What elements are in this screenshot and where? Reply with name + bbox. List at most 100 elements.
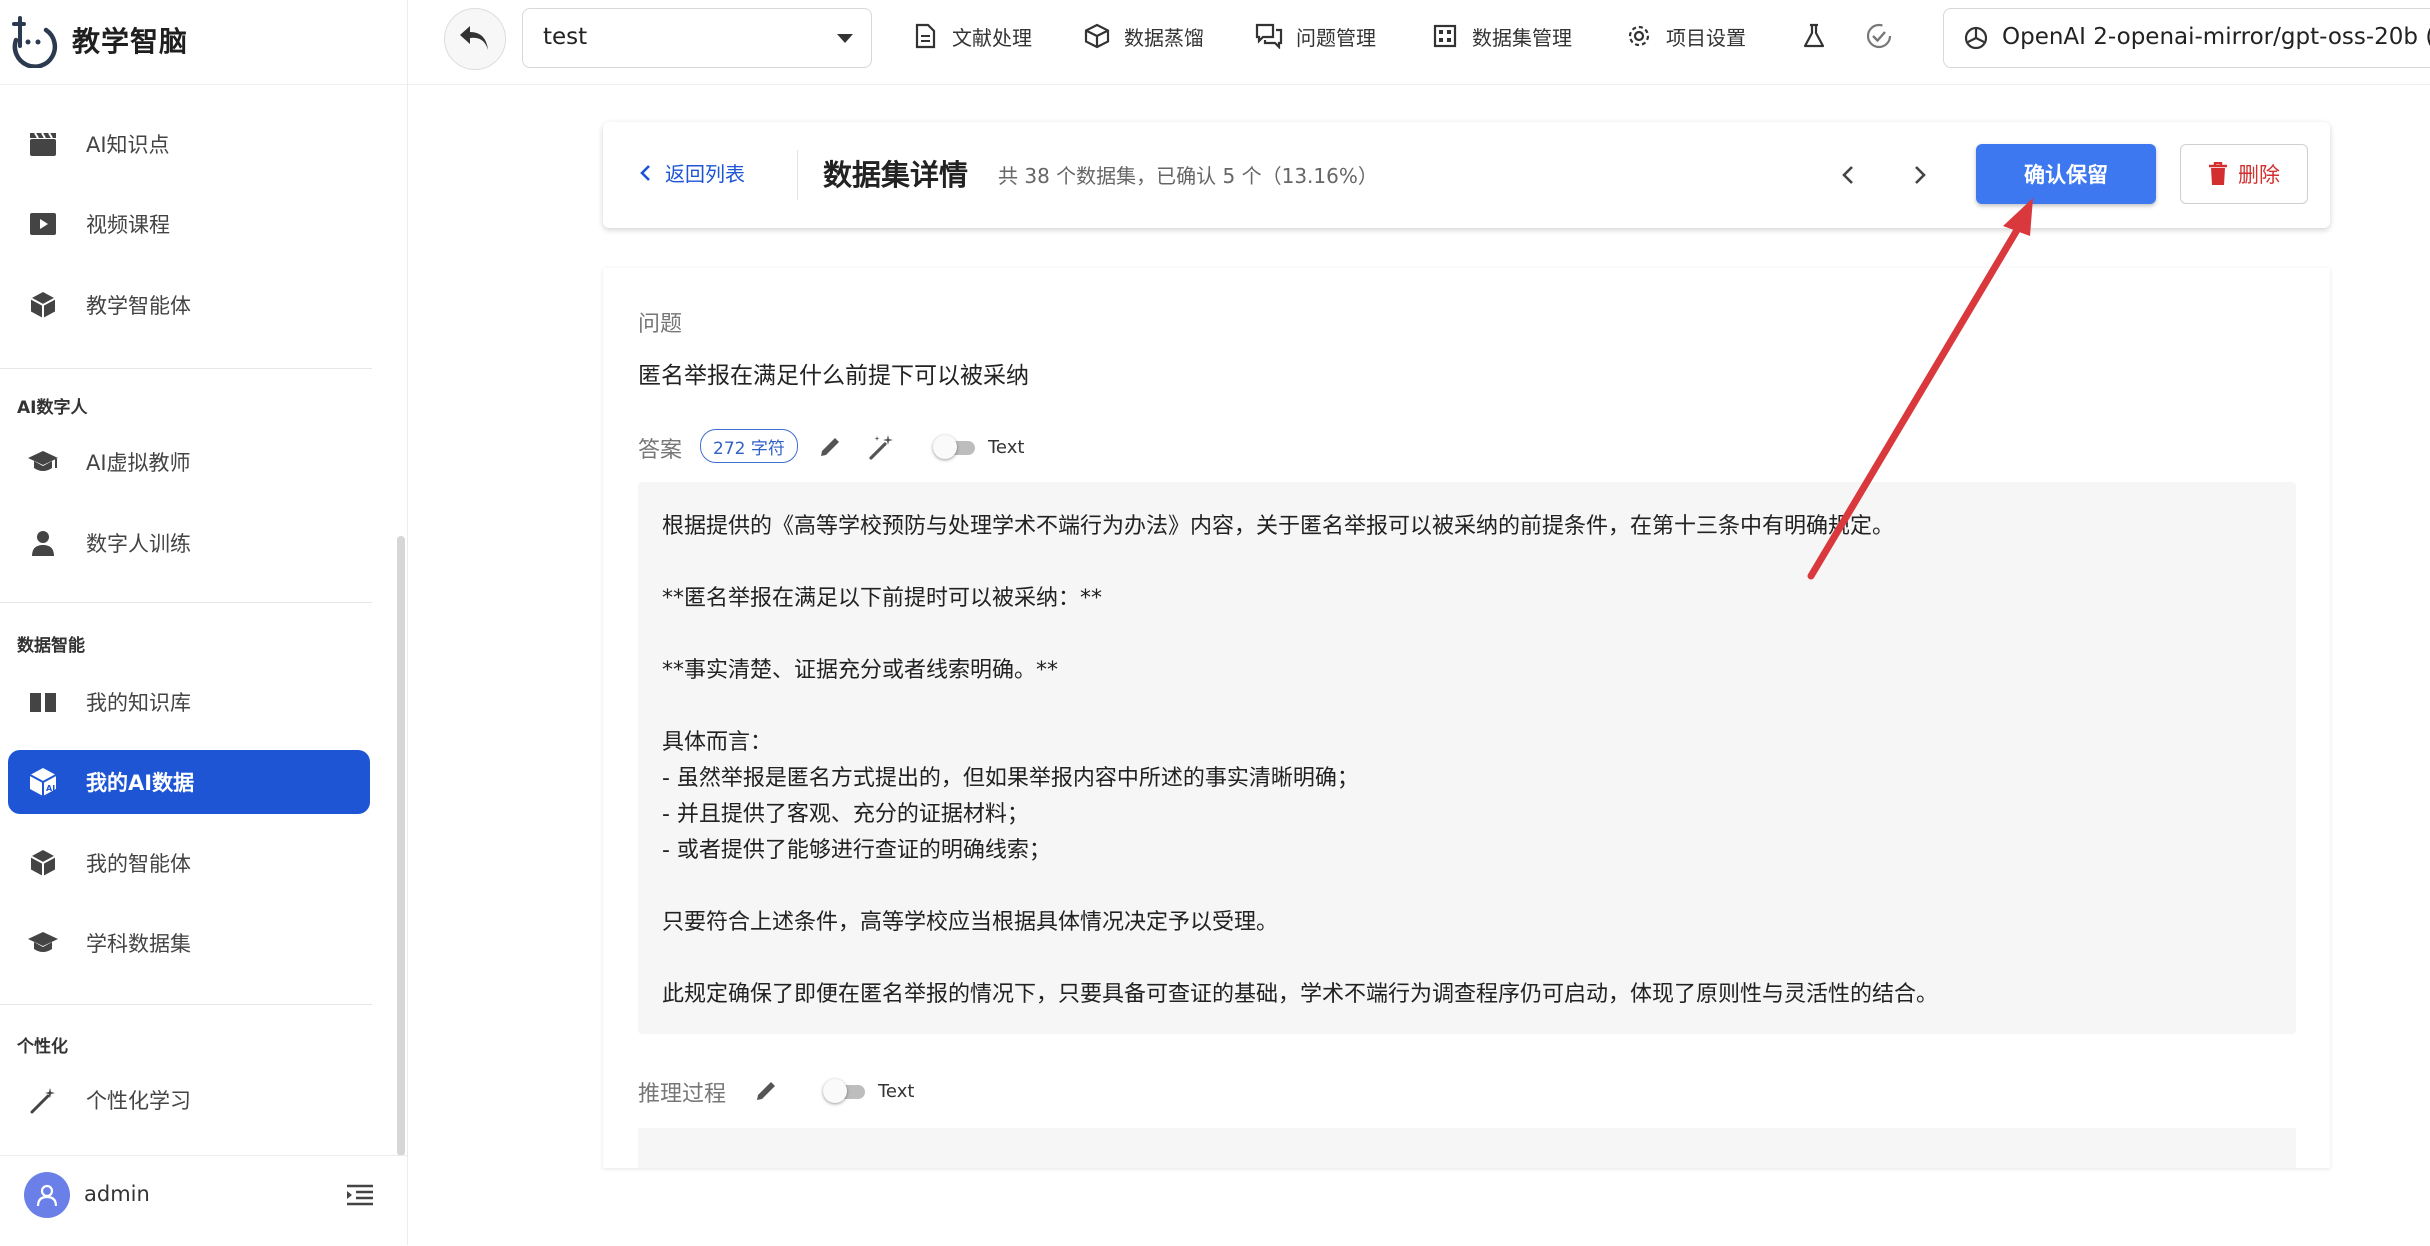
group-title-data-intelligence: 数据智能 xyxy=(17,636,85,656)
cube-icon xyxy=(26,288,60,322)
top-nav-questions[interactable]: 问题管理 xyxy=(1254,18,1376,54)
answer-line: 具体而言： xyxy=(662,730,773,755)
answer-toggle-label: Text xyxy=(988,437,1025,458)
grid-icon xyxy=(1430,21,1460,51)
delete-label: 删除 xyxy=(2238,163,2280,187)
sidebar-item-my-agent[interactable]: 我的智能体 xyxy=(8,831,370,895)
avatar[interactable] xyxy=(24,1172,70,1218)
check-circle-icon xyxy=(1866,23,1892,49)
toggle-thumb xyxy=(933,435,957,459)
dataset-progress-text: 共 38 个数据集，已确认 5 个（13.16%） xyxy=(998,164,1378,188)
back-to-list-link[interactable]: 返回列表 xyxy=(639,158,745,187)
answer-line: **匿名举报在满足以下前提时可以被采纳：** xyxy=(662,586,1103,611)
answer-content-box[interactable]: 根据提供的《高等学校预防与处理学术不端行为办法》内容，关于匿名举报可以被采纳的前… xyxy=(638,482,2296,1034)
sidebar-item-ai-virtual-teacher[interactable]: AI虚拟教师 xyxy=(8,430,370,494)
undo-arrow-icon xyxy=(460,26,488,50)
delete-button[interactable]: 删除 xyxy=(2180,144,2308,204)
page-title: 数据集详情 xyxy=(823,158,969,192)
top-nav-literature[interactable]: 文献处理 xyxy=(910,18,1032,54)
gear-icon xyxy=(1624,21,1654,51)
sidebar-item-label: 我的AI数据 xyxy=(86,771,195,795)
video-play-icon xyxy=(26,207,60,241)
model-select[interactable]: OpenAI 2-openai-mirror/gpt-oss-20b (llm xyxy=(1943,8,2430,68)
reasoning-toggle-label: Text xyxy=(878,1081,915,1102)
sidebar: 教学智脑 AI知识点 视频课程 教学智能体 AI数字人 AI虚拟教师 数字人训练… xyxy=(0,0,408,1245)
sidebar-item-label: 我的智能体 xyxy=(86,852,191,876)
sidebar-scrollbar[interactable] xyxy=(397,536,405,1156)
sidebar-item-teaching-agent[interactable]: 教学智能体 xyxy=(8,273,370,337)
sidebar-item-personalized-learning[interactable]: 个性化学习 xyxy=(8,1068,370,1132)
magic-wand-icon xyxy=(869,435,893,460)
check-status-button[interactable] xyxy=(1863,20,1895,52)
answer-line: **事实清楚、证据充分或者线索明确。** xyxy=(662,658,1059,683)
reasoning-section-label: 推理过程 xyxy=(638,1082,727,1107)
sidebar-item-label: 数字人训练 xyxy=(86,532,191,556)
sidebar-item-ai-knowledge[interactable]: AI知识点 xyxy=(8,112,370,176)
top-nav-label: 数据集管理 xyxy=(1472,25,1572,50)
sidebar-item-label: 教学智能体 xyxy=(86,294,191,318)
model-select-value: OpenAI 2-openai-mirror/gpt-oss-20b (llm xyxy=(2002,24,2430,50)
brand[interactable]: 教学智脑 xyxy=(0,0,407,85)
user-name: admin xyxy=(84,1182,150,1206)
answer-line: - 并且提供了客观、充分的证据材料； xyxy=(662,802,1029,827)
back-button[interactable] xyxy=(444,8,506,70)
top-nav-label: 文献处理 xyxy=(952,25,1032,50)
answer-line: 只要符合上述条件，高等学校应当根据具体情况决定予以受理。 xyxy=(662,910,1279,935)
flask-icon xyxy=(1803,23,1825,48)
top-nav-distill[interactable]: 数据蒸馏 xyxy=(1082,18,1204,54)
prev-dataset-button[interactable] xyxy=(1831,158,1865,192)
magic-wand-icon xyxy=(26,1083,60,1117)
sidebar-item-label: 视频课程 xyxy=(86,213,170,237)
group-title-digital-human: AI数字人 xyxy=(17,398,88,418)
ai-optimize-button[interactable] xyxy=(867,432,897,462)
reasoning-content-box[interactable] xyxy=(638,1128,2296,1168)
graduation-cap-icon xyxy=(26,926,60,960)
trash-icon xyxy=(2209,162,2227,185)
top-nav-label: 问题管理 xyxy=(1296,25,1376,50)
question-section-label: 问题 xyxy=(638,312,683,337)
top-nav-dataset-mgmt[interactable]: 数据集管理 xyxy=(1430,18,1572,54)
collapse-menu-icon[interactable] xyxy=(344,1180,376,1212)
project-select[interactable]: test xyxy=(522,8,872,68)
chat-icon xyxy=(1254,21,1284,51)
brand-logo-icon xyxy=(12,16,58,68)
sidebar-item-label: 个性化学习 xyxy=(86,1089,191,1113)
sidebar-item-video-course[interactable]: 视频课程 xyxy=(8,192,370,256)
flask-button[interactable] xyxy=(1798,20,1830,52)
user-bar: admin xyxy=(0,1155,407,1246)
answer-line: 根据提供的《高等学校预防与处理学术不端行为办法》内容，关于匿名举报可以被采纳的前… xyxy=(662,514,1895,539)
answer-line: - 或者提供了能够进行查证的明确线索； xyxy=(662,838,1051,863)
sidebar-item-my-knowledge-base[interactable]: 我的知识库 xyxy=(8,670,370,734)
sidebar-item-label: AI知识点 xyxy=(86,133,170,157)
chevron-down-icon xyxy=(837,34,853,43)
sidebar-divider xyxy=(0,368,372,369)
answer-text-toggle[interactable] xyxy=(933,435,977,459)
top-nav-project-settings[interactable]: 项目设置 xyxy=(1624,18,1746,54)
openai-icon xyxy=(1964,26,1988,50)
clapperboard-icon xyxy=(26,127,60,161)
answer-line: - 虽然举报是匿名方式提出的，但如果举报内容中所述的事实清晰明确； xyxy=(662,766,1359,791)
pencil-icon xyxy=(821,438,839,456)
header-divider xyxy=(797,150,798,200)
project-select-value: test xyxy=(543,24,588,50)
sidebar-item-subject-dataset[interactable]: 学科数据集 xyxy=(8,911,370,975)
group-title-personalization: 个性化 xyxy=(17,1037,68,1057)
edit-answer-button[interactable] xyxy=(815,432,845,462)
ai-cube-icon: AI xyxy=(26,765,60,799)
svg-text:AI: AI xyxy=(46,784,55,793)
toggle-thumb xyxy=(823,1079,847,1103)
chevron-left-icon xyxy=(640,164,650,181)
reasoning-text-toggle[interactable] xyxy=(823,1079,867,1103)
brand-name: 教学智脑 xyxy=(72,25,189,58)
sidebar-item-digital-human-training[interactable]: 数字人训练 xyxy=(8,511,370,575)
person-icon xyxy=(26,526,60,560)
edit-reasoning-button[interactable] xyxy=(751,1076,781,1106)
dataset-header-card: 返回列表 数据集详情 共 38 个数据集，已确认 5 个（13.16%） 确认保… xyxy=(603,122,2330,228)
confirm-keep-button[interactable]: 确认保留 xyxy=(1976,144,2156,204)
next-dataset-button[interactable] xyxy=(1903,158,1937,192)
sidebar-item-label: 我的知识库 xyxy=(86,691,191,715)
chevron-left-icon xyxy=(1842,166,1853,184)
sidebar-item-my-ai-data[interactable]: AI 我的AI数据 xyxy=(8,750,370,814)
question-text: 匿名举报在满足什么前提下可以被采纳 xyxy=(638,363,1029,389)
answer-line: 此规定确保了即便在匿名举报的情况下，只要具备可查证的基础，学术不端行为调查程序仍… xyxy=(662,982,1939,1007)
